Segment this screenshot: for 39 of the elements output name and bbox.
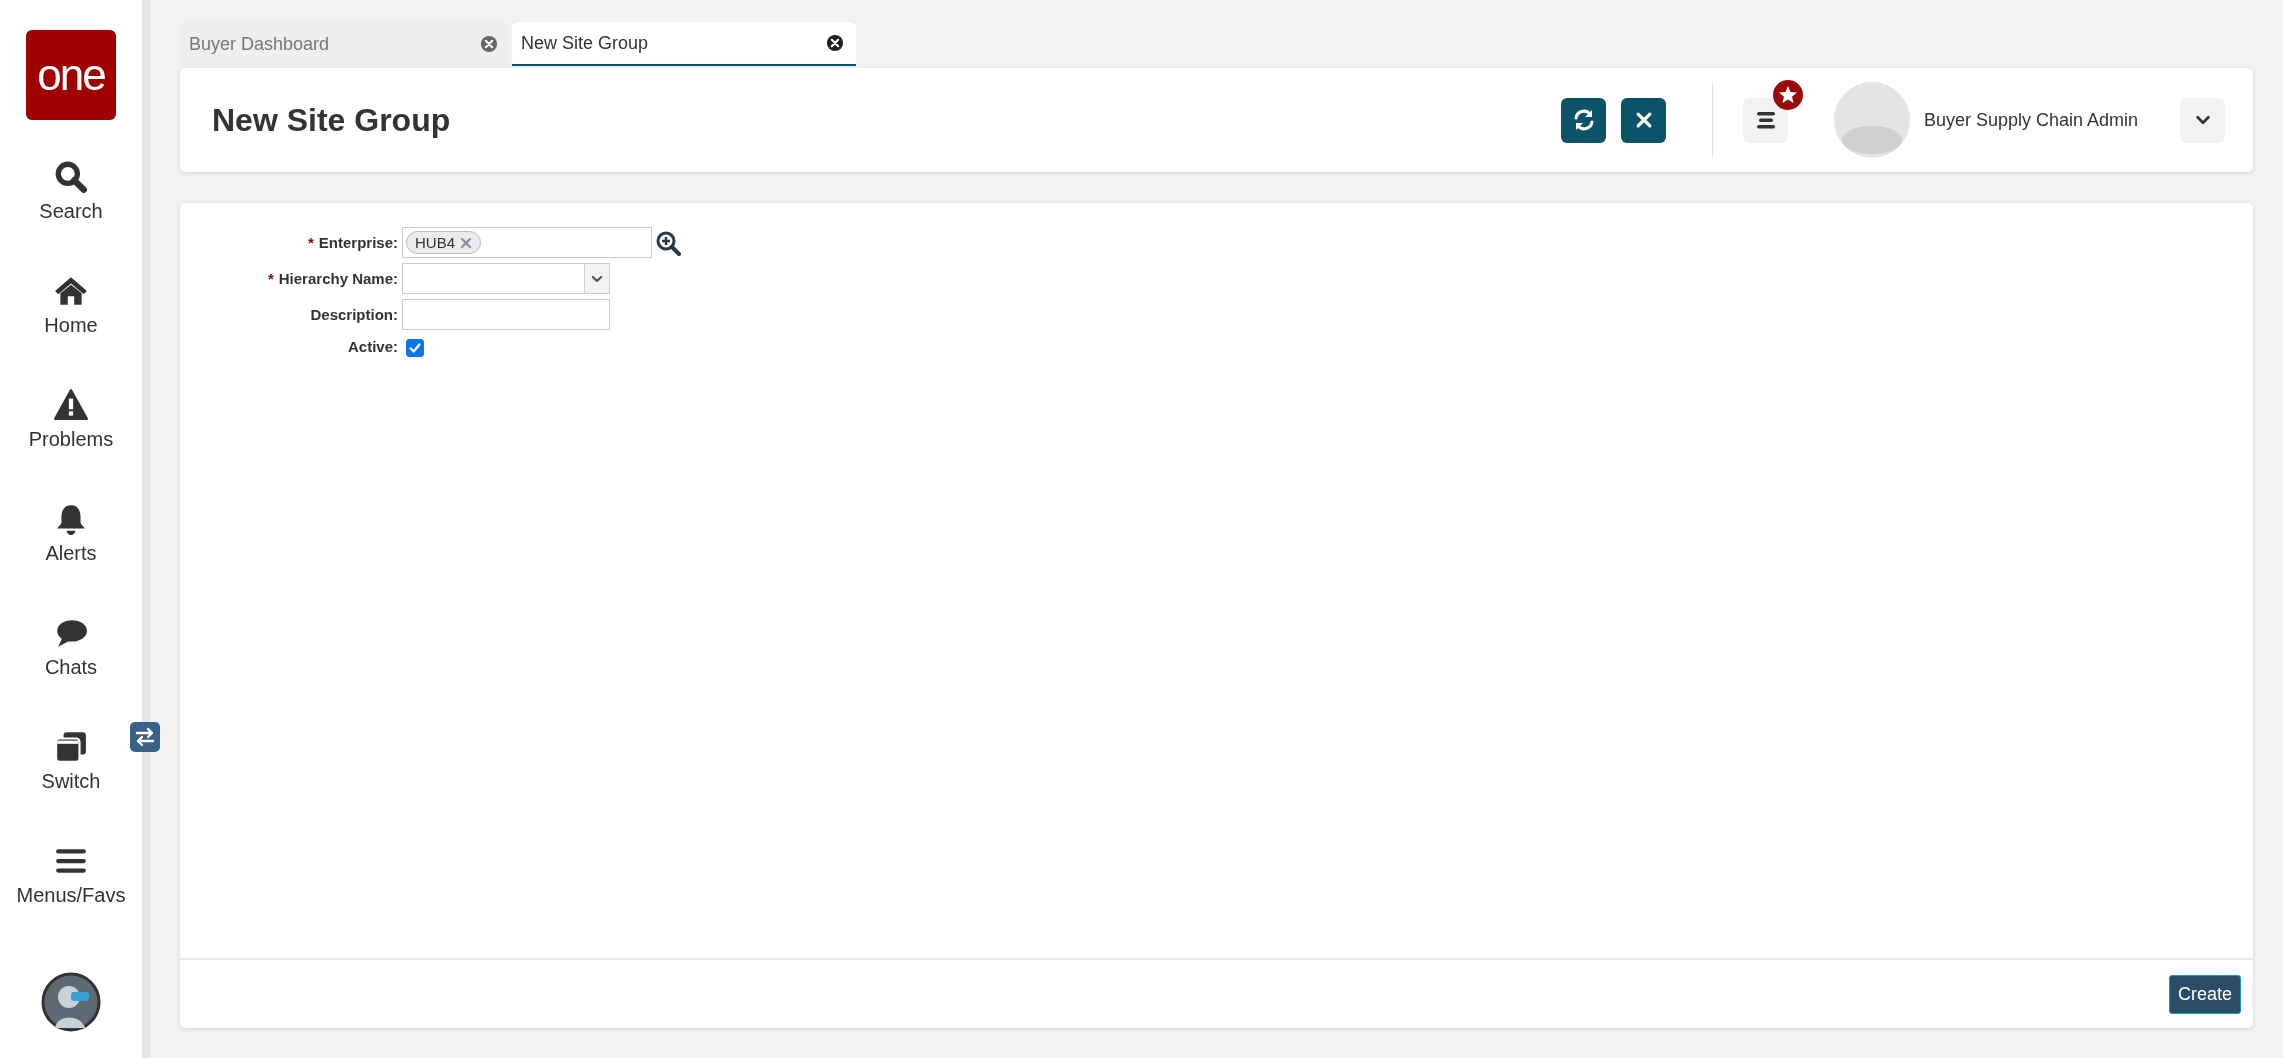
star-badge-icon: [1773, 79, 1803, 110]
dropdown-button[interactable]: [2180, 97, 2225, 143]
checkbox[interactable]: [406, 339, 424, 357]
menu-button[interactable]: [1743, 97, 1788, 143]
create-button[interactable]: Create: [2168, 974, 2241, 1014]
nav-item[interactable]: Switch: [41, 730, 101, 844]
required-mark: *: [307, 234, 314, 251]
nav-item[interactable]: Menus/Favs: [16, 844, 126, 958]
search-icon: [54, 160, 88, 194]
select-field[interactable]: [402, 263, 610, 294]
nav-item[interactable]: Problems: [28, 388, 114, 502]
tag-chip[interactable]: HUB4: [406, 231, 481, 254]
nav-item[interactable]: Chats: [44, 616, 98, 730]
tag-field[interactable]: HUB4: [402, 227, 652, 258]
avatar-icon: [41, 972, 101, 1032]
nav-item[interactable]: Home: [44, 274, 98, 388]
tab[interactable]: New Site Group: [512, 22, 856, 66]
windows-icon: [54, 730, 88, 764]
close-icon: [480, 35, 498, 53]
remove-icon: [460, 236, 472, 249]
nav-item[interactable]: Search: [39, 160, 103, 274]
nav-item[interactable]: Alerts: [45, 502, 97, 616]
user-avatar-icon: [1832, 80, 1912, 160]
checkmark-icon: [408, 341, 422, 355]
warning-icon: [54, 388, 88, 422]
page-title: New Site Group: [212, 101, 451, 139]
field-label: Enterprise:: [318, 234, 398, 251]
bell-icon: [54, 502, 88, 536]
refresh-button[interactable]: [1561, 97, 1606, 143]
close-icon: [826, 34, 844, 52]
field-label: Hierarchy Name:: [278, 270, 398, 287]
user-role: Buyer Supply Chain Admin: [1924, 109, 2140, 131]
required-mark: *: [267, 270, 274, 287]
logo[interactable]: one: [26, 30, 116, 120]
field-label: Active:: [347, 337, 398, 355]
zoom-in-icon: [655, 229, 681, 256]
field-label: Description:: [310, 306, 398, 323]
text-field[interactable]: [402, 299, 610, 330]
close-button[interactable]: [1621, 97, 1666, 143]
